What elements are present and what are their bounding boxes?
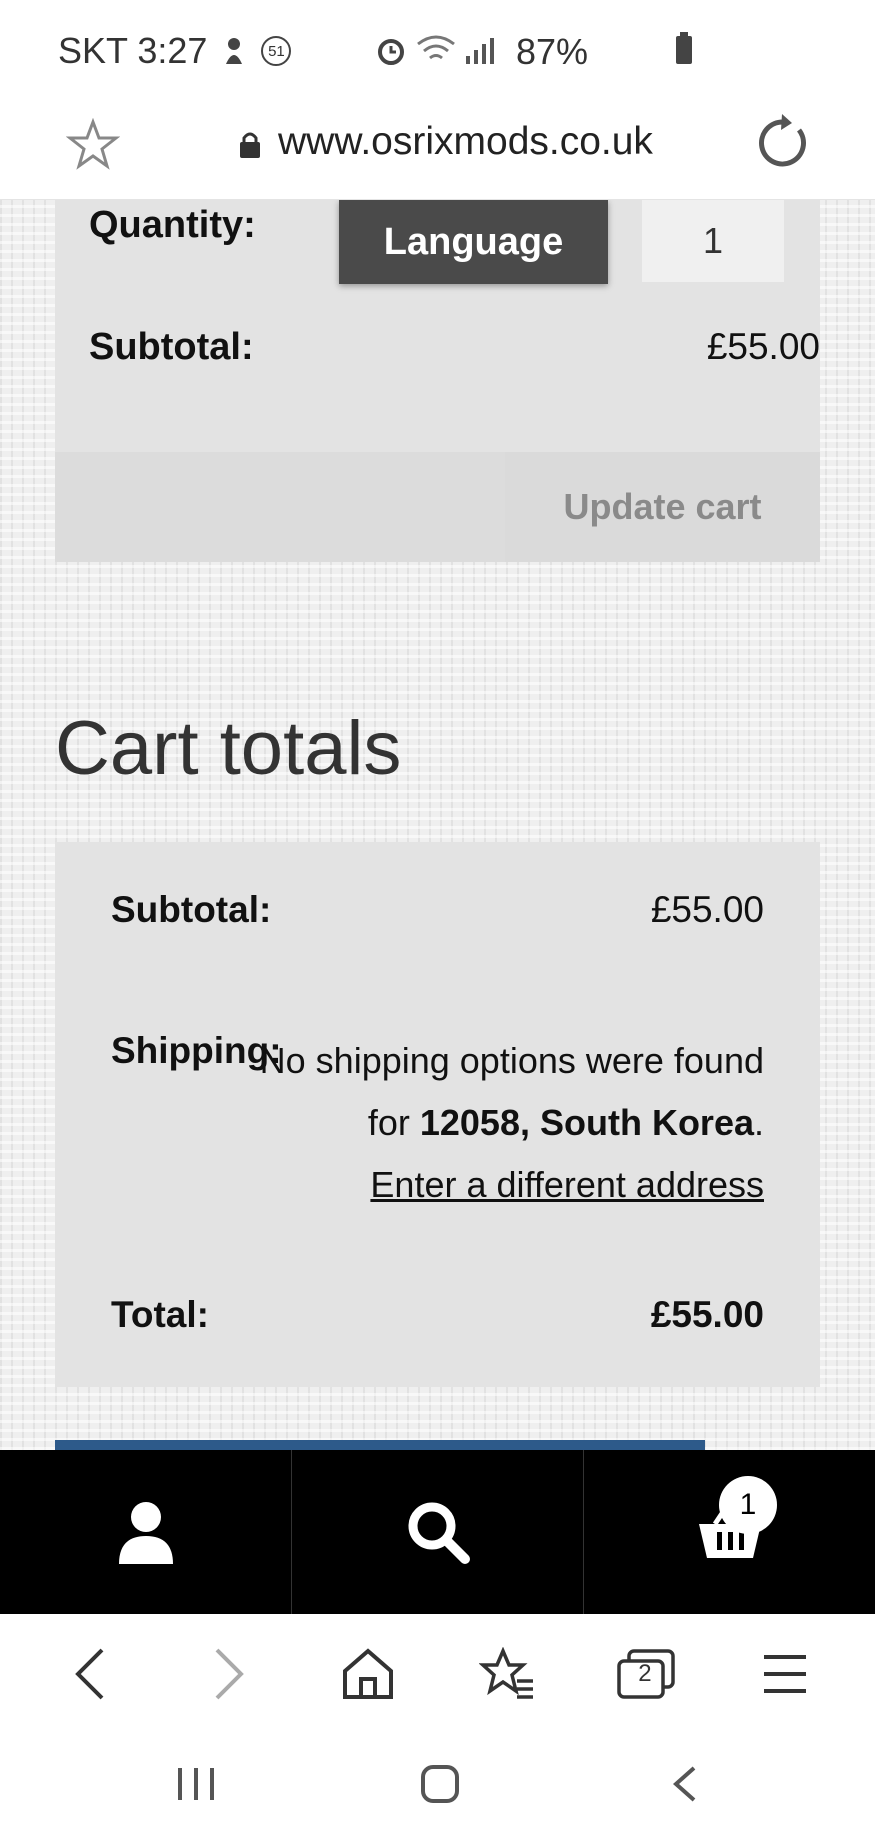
back-button[interactable]	[30, 1624, 150, 1724]
total-label: Total:	[111, 1294, 209, 1335]
android-nav-bar	[0, 1734, 875, 1847]
update-cart-row: Update cart	[55, 452, 820, 562]
quantity-input[interactable]: 1	[642, 200, 784, 282]
tabs-count: 2	[638, 1660, 652, 1687]
quantity-label: Quantity:	[89, 204, 256, 246]
notification-count-icon: 51	[261, 36, 292, 66]
update-cart-button[interactable]: Update cart	[505, 452, 820, 562]
cart-totals-title: Cart totals	[55, 706, 402, 791]
shipping-location: 12058, South Korea	[419, 1102, 754, 1143]
checkout-button-edge[interactable]	[55, 1440, 705, 1450]
language-button[interactable]: Language	[339, 200, 608, 284]
back-nav-icon[interactable]	[670, 1764, 700, 1804]
wifi-icon	[417, 35, 455, 60]
home-button-icon[interactable]	[420, 1764, 460, 1804]
url-text[interactable]: www.osrixmods.co.uk	[278, 120, 653, 164]
home-icon	[342, 1648, 393, 1699]
url-bar: www.osrixmods.co.uk	[0, 102, 875, 200]
shipping-text-after: .	[753, 1102, 764, 1143]
search-nav-button[interactable]	[292, 1450, 584, 1614]
account-icon	[118, 1502, 173, 1564]
status-left: SKT 3:27 51	[58, 30, 292, 72]
alarm-icon	[378, 39, 404, 65]
search-icon	[408, 1502, 470, 1564]
signal-icon	[466, 38, 494, 64]
account-nav-button[interactable]	[0, 1450, 292, 1614]
cart-item-panel: Quantity: Language 1 Subtotal: £55.00 Up…	[55, 200, 820, 562]
browser-toolbar: 2	[0, 1614, 875, 1734]
status-bar: SKT 3:27 51 87%	[0, 0, 875, 102]
totals-subtotal-label: Subtotal:	[111, 889, 272, 930]
battery-percent: 87%	[516, 31, 589, 72]
shipping-message: No shipping options were found for 12058…	[224, 1030, 764, 1216]
bookmarks-button[interactable]	[447, 1624, 567, 1724]
total-value: £55.00	[650, 1294, 764, 1335]
tabs-button[interactable]: 2	[586, 1624, 706, 1724]
site-bottom-nav: 1	[0, 1450, 875, 1614]
forward-button[interactable]	[169, 1624, 289, 1724]
lock-icon	[240, 132, 260, 158]
subtotal-label: Subtotal:	[89, 326, 254, 368]
menu-icon	[764, 1655, 807, 1693]
recents-icon[interactable]	[176, 1764, 216, 1804]
cart-totals-panel: Subtotal: £55.00 Shipping: No shipping o…	[55, 842, 820, 1387]
page-content: Quantity: Language 1 Subtotal: £55.00 Up…	[0, 200, 875, 1450]
menu-button[interactable]	[725, 1624, 845, 1724]
notification-app-icon	[226, 38, 243, 64]
subtotal-value: £55.00	[706, 326, 820, 367]
bookmarks-icon	[479, 1647, 534, 1699]
back-icon	[74, 1648, 103, 1700]
status-right: 87%	[376, 30, 692, 74]
basket-count-badge: 1	[719, 1476, 777, 1534]
home-button[interactable]	[308, 1624, 428, 1724]
forward-icon	[215, 1648, 244, 1700]
battery-icon	[676, 32, 692, 64]
basket-nav-button[interactable]: 1	[584, 1450, 875, 1614]
bookmark-star-icon[interactable]	[66, 118, 120, 172]
totals-subtotal-value: £55.00	[650, 889, 764, 930]
different-address-link[interactable]: Enter a different address	[370, 1164, 764, 1205]
carrier-time: SKT 3:27	[58, 30, 208, 71]
reload-icon[interactable]	[754, 114, 812, 172]
